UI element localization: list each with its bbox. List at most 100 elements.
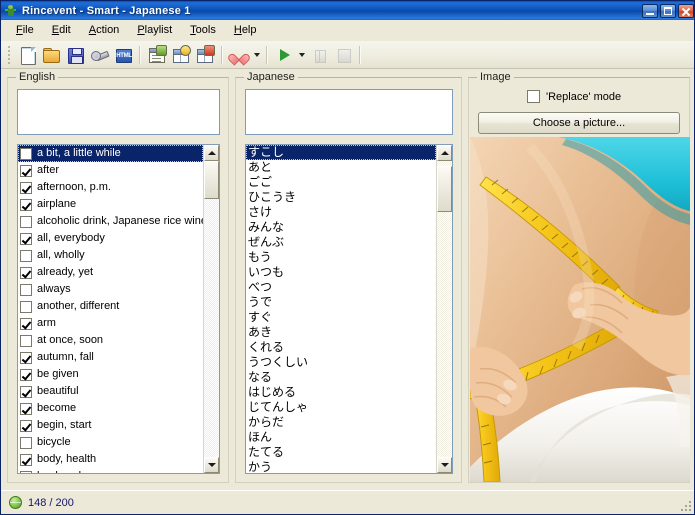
english-scroll-down-button[interactable] — [204, 457, 219, 473]
english-list-item[interactable]: bicycle — [18, 434, 203, 451]
minimize-button[interactable] — [642, 3, 658, 18]
english-item-checkbox[interactable] — [20, 300, 32, 313]
english-scrollbar[interactable] — [203, 145, 219, 473]
english-list-item[interactable]: all, wholly — [18, 247, 203, 264]
japanese-list-item[interactable]: みんな — [246, 220, 436, 235]
play-dropdown-button[interactable] — [296, 43, 307, 67]
english-item-checkbox[interactable] — [20, 249, 32, 262]
english-item-checkbox[interactable] — [20, 317, 32, 330]
english-scroll-up-button[interactable] — [204, 145, 219, 161]
english-list-item[interactable]: always — [18, 281, 203, 298]
replace-mode-checkbox[interactable] — [527, 90, 540, 103]
new-document-button[interactable] — [15, 43, 39, 67]
menu-playlist[interactable]: Playlist — [128, 21, 181, 39]
japanese-list[interactable]: すこし あと ごご ひこうき さけ みんな ぜんぶ もう いつも べつ うで すぐ あき くれる うつくしい… — [245, 144, 453, 474]
japanese-list-item[interactable]: からだ — [246, 415, 436, 430]
japanese-list-item[interactable]: なる — [246, 370, 436, 385]
english-list-item[interactable]: body, health — [18, 451, 203, 468]
english-item-checkbox[interactable] — [20, 232, 32, 245]
english-item-checkbox[interactable] — [20, 181, 32, 194]
english-list-item[interactable]: at once, soon — [18, 332, 203, 349]
english-item-checkbox[interactable] — [20, 436, 32, 449]
english-list[interactable]: a bit, a little while after afternoon, p.m… — [17, 144, 220, 474]
export-html-button[interactable]: HTML — [111, 43, 135, 67]
japanese-scroll-up-button[interactable] — [437, 145, 452, 161]
english-list-item[interactable]: after — [18, 162, 203, 179]
english-list-item[interactable]: be given — [18, 366, 203, 383]
english-item-checkbox[interactable] — [20, 198, 32, 211]
japanese-list-item[interactable]: じてんしゃ — [246, 400, 436, 415]
english-scroll-thumb[interactable] — [204, 161, 219, 199]
japanese-input[interactable] — [245, 89, 453, 135]
close-button[interactable] — [678, 3, 694, 18]
english-list-item[interactable]: airplane — [18, 196, 203, 213]
english-item-checkbox[interactable] — [20, 164, 32, 177]
english-item-checkbox[interactable] — [20, 266, 32, 279]
japanese-list-item[interactable]: すこし — [246, 145, 436, 160]
english-item-checkbox[interactable] — [20, 385, 32, 398]
english-scroll-track[interactable] — [204, 161, 219, 457]
english-list-item[interactable]: autumn, fall — [18, 349, 203, 366]
japanese-list-item[interactable]: ごご — [246, 175, 436, 190]
english-list-item[interactable]: arm — [18, 315, 203, 332]
resize-grip[interactable] — [678, 498, 691, 511]
japanese-list-items[interactable]: すこし あと ごご ひこうき さけ みんな ぜんぶ もう いつも べつ うで すぐ あき くれる うつくしい… — [246, 145, 436, 473]
english-item-checkbox[interactable] — [20, 147, 32, 160]
english-item-checkbox[interactable] — [20, 334, 32, 347]
japanese-scrollbar[interactable] — [436, 145, 452, 473]
japanese-list-item[interactable]: ぜんぶ — [246, 235, 436, 250]
new-list-button[interactable] — [145, 43, 169, 67]
english-list-item[interactable]: begin, start — [18, 417, 203, 434]
english-item-checkbox[interactable] — [20, 402, 32, 415]
english-list-item[interactable]: book, volume — [18, 468, 203, 473]
japanese-list-item[interactable]: あと — [246, 160, 436, 175]
add-entry-button[interactable] — [169, 43, 193, 67]
english-item-checkbox[interactable] — [20, 419, 32, 432]
menu-tools[interactable]: Tools — [181, 21, 225, 39]
english-list-item[interactable]: all, everybody — [18, 230, 203, 247]
japanese-list-item[interactable]: さけ — [246, 205, 436, 220]
favorites-dropdown-button[interactable] — [251, 43, 262, 67]
japanese-list-item[interactable]: うで — [246, 295, 436, 310]
japanese-list-item[interactable]: くれる — [246, 340, 436, 355]
english-list-item[interactable]: afternoon, p.m. — [18, 179, 203, 196]
english-item-checkbox[interactable] — [20, 453, 32, 466]
japanese-list-item[interactable]: ほん — [246, 430, 436, 445]
japanese-list-item[interactable]: たてる — [246, 445, 436, 460]
english-list-item[interactable]: a bit, a little while — [18, 145, 203, 162]
english-list-item[interactable]: already, yet — [18, 264, 203, 281]
japanese-list-item[interactable]: もう — [246, 250, 436, 265]
japanese-list-item[interactable]: かう — [246, 460, 436, 473]
favorites-button[interactable] — [227, 43, 251, 67]
english-list-item[interactable]: become — [18, 400, 203, 417]
menu-action[interactable]: Action — [80, 21, 129, 39]
english-item-checkbox[interactable] — [20, 351, 32, 364]
remove-entry-button[interactable] — [193, 43, 217, 67]
japanese-list-item[interactable]: べつ — [246, 280, 436, 295]
japanese-list-item[interactable]: ひこうき — [246, 190, 436, 205]
play-button[interactable] — [272, 43, 296, 67]
english-input[interactable] — [17, 89, 220, 135]
open-file-button[interactable] — [39, 43, 63, 67]
japanese-list-item[interactable]: あき — [246, 325, 436, 340]
japanese-list-item[interactable]: はじめる — [246, 385, 436, 400]
tools-button[interactable] — [87, 43, 111, 67]
english-list-item[interactable]: beautiful — [18, 383, 203, 400]
english-item-checkbox[interactable] — [20, 368, 32, 381]
english-item-checkbox[interactable] — [20, 283, 32, 296]
replace-mode-row[interactable]: 'Replace' mode — [527, 90, 621, 103]
menu-help[interactable]: Help — [225, 21, 266, 39]
japanese-list-item[interactable]: いつも — [246, 265, 436, 280]
maximize-button[interactable] — [660, 3, 676, 18]
japanese-list-item[interactable]: うつくしい — [246, 355, 436, 370]
japanese-scroll-thumb[interactable] — [437, 166, 452, 212]
menu-edit[interactable]: Edit — [43, 21, 80, 39]
japanese-list-item[interactable]: すぐ — [246, 310, 436, 325]
japanese-scroll-down-button[interactable] — [437, 457, 452, 473]
menu-file[interactable]: File — [7, 21, 43, 39]
english-item-checkbox[interactable] — [20, 470, 32, 473]
choose-picture-button[interactable]: Choose a picture... — [478, 112, 680, 134]
toolbar-grip[interactable] — [5, 45, 12, 65]
english-item-checkbox[interactable] — [20, 215, 32, 228]
english-list-items[interactable]: a bit, a little while after afternoon, p.m… — [18, 145, 203, 473]
